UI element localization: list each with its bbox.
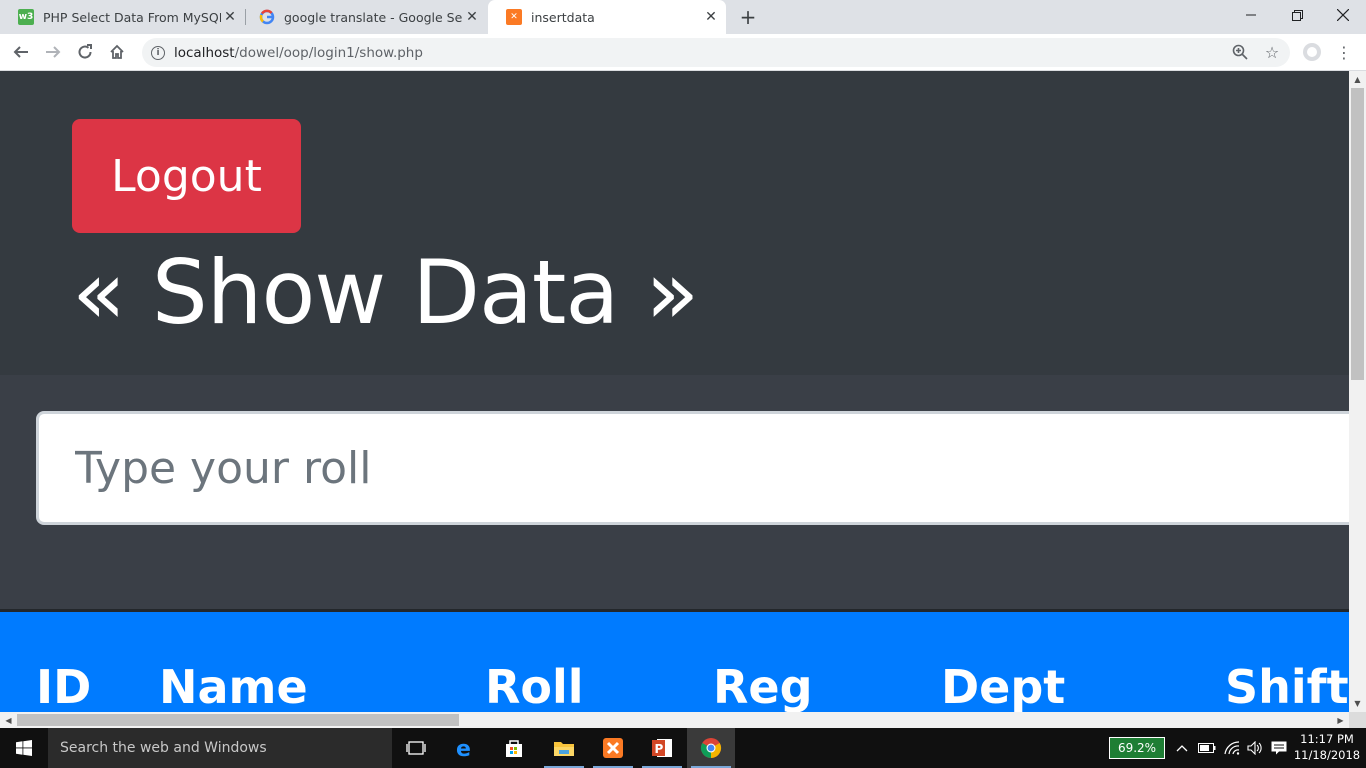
page-viewport: Logout « Show Data » ID Name Roll Reg De…: [0, 71, 1349, 712]
arrow-right-icon: [46, 46, 61, 58]
back-button[interactable]: [7, 38, 35, 66]
clock-time: 11:17 PM: [1300, 732, 1354, 746]
minimize-button[interactable]: [1228, 0, 1274, 30]
scroll-down-arrow-icon[interactable]: ▼: [1349, 695, 1366, 712]
horizontal-scroll-thumb[interactable]: [17, 714, 459, 726]
new-tab-button[interactable]: +: [736, 5, 760, 29]
scroll-corner: [1349, 712, 1366, 728]
browser-toolbar: i localhost/dowel/oop/login1/show.php ☆ …: [0, 34, 1366, 71]
xampp-taskbar-icon[interactable]: [589, 728, 637, 768]
column-header-id: ID: [36, 660, 92, 712]
menu-kebab-icon[interactable]: ⋮: [1333, 41, 1355, 63]
arrow-left-icon: [13, 46, 28, 58]
column-header-name: Name: [159, 660, 308, 712]
tab-insertdata[interactable]: ✕ insertdata ✕: [488, 0, 726, 34]
close-window-button[interactable]: [1320, 0, 1366, 30]
svg-text:e: e: [456, 737, 471, 759]
scroll-up-arrow-icon[interactable]: ▲: [1349, 71, 1366, 88]
roll-search-input[interactable]: [36, 411, 1349, 525]
home-button[interactable]: [103, 38, 131, 66]
tab-google-translate[interactable]: google translate - Google Search ✕: [241, 0, 487, 34]
file-explorer-icon[interactable]: [540, 728, 588, 768]
taskbar-search-box[interactable]: Search the web and Windows: [48, 728, 392, 768]
page-title: « Show Data »: [72, 241, 699, 344]
clock-date: 11/18/2018: [1293, 748, 1361, 762]
task-view-icon[interactable]: [392, 728, 440, 768]
column-header-dept: Dept: [941, 660, 1066, 712]
forward-button[interactable]: [39, 38, 67, 66]
table-header-row: ID Name Roll Reg Dept Shift: [0, 612, 1349, 712]
scroll-left-arrow-icon[interactable]: ◀: [0, 712, 17, 728]
page-header: Logout « Show Data »: [0, 71, 1349, 375]
volume-icon[interactable]: [1244, 728, 1266, 768]
horizontal-scrollbar[interactable]: ◀ ▶: [0, 712, 1349, 728]
column-header-reg: Reg: [713, 660, 813, 712]
close-icon[interactable]: ✕: [221, 8, 239, 26]
battery-indicator[interactable]: 69.2%: [1109, 737, 1165, 759]
zoom-icon[interactable]: [1229, 41, 1251, 63]
google-icon: [259, 9, 275, 25]
column-header-shift: Shift: [1225, 660, 1349, 712]
address-bar[interactable]: i localhost/dowel/oop/login1/show.php: [142, 38, 1290, 67]
powerpoint-icon[interactable]: P: [638, 728, 686, 768]
scroll-right-arrow-icon[interactable]: ▶: [1332, 712, 1349, 728]
wifi-icon[interactable]: [1220, 728, 1244, 768]
windows-taskbar: Search the web and Windows e P 69.2% 11:…: [0, 728, 1366, 768]
profile-avatar[interactable]: [1301, 41, 1323, 63]
tab-title: insertdata: [531, 9, 595, 25]
vertical-scroll-thumb[interactable]: [1351, 88, 1364, 380]
info-icon[interactable]: i: [151, 45, 165, 60]
bookmark-star-icon[interactable]: ☆: [1261, 41, 1283, 63]
notification-icon[interactable]: [1268, 728, 1290, 768]
tab-php-select[interactable]: w3 PHP Select Data From MySQL ✕: [0, 0, 245, 34]
search-section: [0, 375, 1349, 609]
reload-icon: [78, 44, 92, 59]
system-clock[interactable]: 11:17 PM 11/18/2018: [1292, 731, 1362, 763]
windows-logo-icon: [16, 740, 32, 756]
logout-button[interactable]: Logout: [72, 119, 301, 233]
close-icon[interactable]: ✕: [702, 8, 720, 26]
chevron-up-icon[interactable]: [1172, 728, 1192, 768]
url-text: localhost/dowel/oop/login1/show.php: [174, 44, 423, 61]
edge-browser-icon[interactable]: e: [441, 728, 489, 768]
svg-text:P: P: [655, 742, 664, 756]
close-icon[interactable]: ✕: [463, 8, 481, 26]
vertical-scrollbar[interactable]: ▲ ▼: [1349, 71, 1366, 712]
battery-icon[interactable]: [1196, 728, 1218, 768]
restore-button[interactable]: [1274, 0, 1320, 30]
column-header-roll: Roll: [485, 660, 584, 712]
start-button[interactable]: [0, 728, 48, 768]
tab-title: google translate - Google Search: [284, 9, 463, 25]
store-icon[interactable]: [490, 728, 538, 768]
xampp-icon: ✕: [506, 9, 522, 25]
reload-button[interactable]: [71, 38, 99, 66]
home-icon: [110, 44, 124, 59]
chrome-icon[interactable]: [687, 728, 735, 768]
w3schools-icon: w3: [18, 9, 34, 25]
browser-tab-strip: w3 PHP Select Data From MySQL ✕ google t…: [0, 0, 1366, 34]
tab-title: PHP Select Data From MySQL: [43, 9, 221, 25]
